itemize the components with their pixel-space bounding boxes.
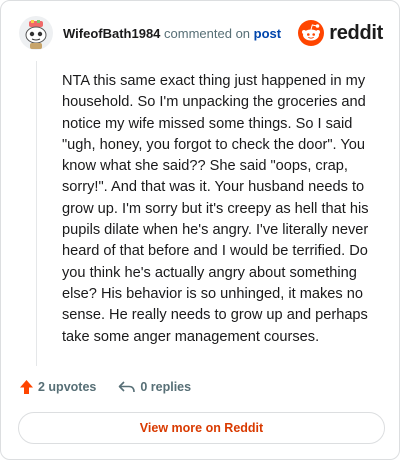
username-link[interactable]: WifeofBath1984 [63, 26, 160, 41]
upvote-count: 2 upvotes [38, 380, 97, 394]
upvote-button[interactable]: 2 upvotes [19, 379, 96, 395]
commented-on-text: commented on [164, 25, 251, 41]
comment-body: NTA this same exact thing just happened … [62, 73, 369, 345]
upvote-arrow-icon [19, 379, 34, 395]
snoo-avatar-icon [25, 20, 47, 49]
comment-actions: 2 upvotes 0 replies [19, 377, 191, 397]
post-link[interactable]: post [254, 26, 281, 41]
user-avatar[interactable] [19, 16, 53, 50]
reddit-logo[interactable]: reddit [298, 20, 383, 46]
view-more-button[interactable]: View more on Reddit [18, 412, 385, 444]
comment-header: WifeofBath1984 commented on post reddit [19, 15, 383, 51]
reddit-wordmark: reddit [329, 21, 383, 44]
reddit-snoo-icon [298, 20, 325, 46]
reply-count: 0 replies [140, 380, 192, 394]
view-more-label: View more on Reddit [139, 421, 264, 435]
reddit-comment-embed: WifeofBath1984 commented on post reddit … [0, 0, 400, 460]
comment-meta: WifeofBath1984 commented on post [63, 26, 281, 41]
reply-arrow-icon [118, 380, 136, 394]
reply-button[interactable]: 0 replies [118, 380, 191, 394]
thread-line [36, 61, 37, 366]
